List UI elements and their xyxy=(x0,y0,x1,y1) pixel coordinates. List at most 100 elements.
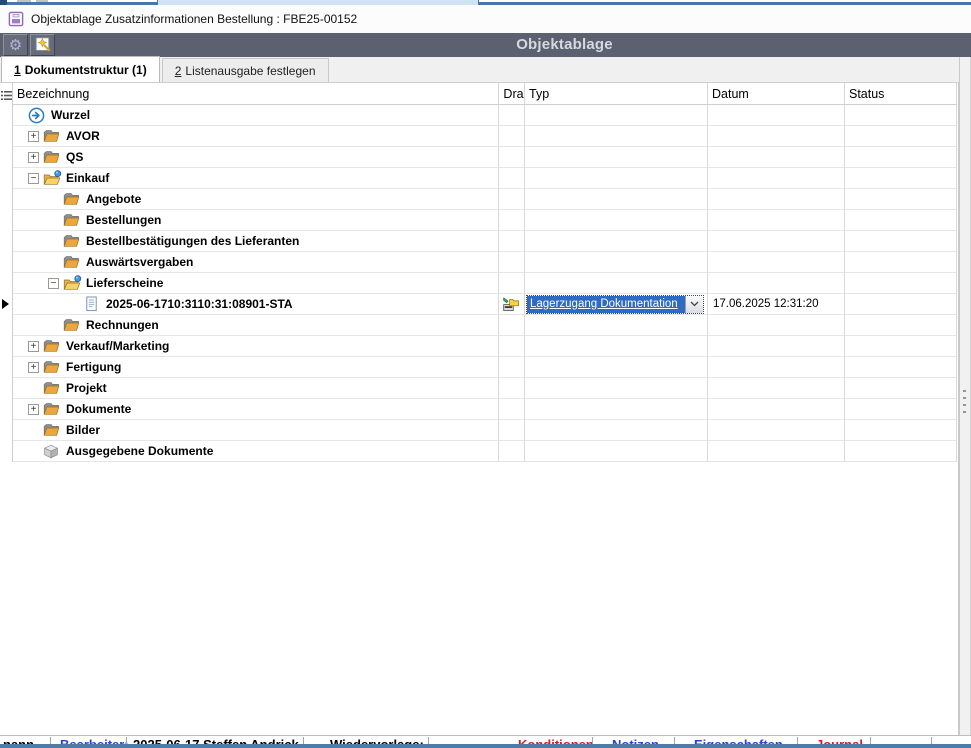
expand-icon[interactable]: + xyxy=(28,404,39,415)
collapse-icon[interactable]: − xyxy=(48,278,59,289)
cell-typ xyxy=(525,210,708,231)
cell-datum xyxy=(708,273,845,294)
dialog-title: Objektablage Zusatzinformationen Bestell… xyxy=(31,12,357,26)
cell-dra xyxy=(499,294,525,315)
tree-item-label[interactable]: Ausgegebene Dokumente xyxy=(66,444,213,458)
cell-status xyxy=(845,336,957,357)
tree-row[interactable]: + QS xyxy=(13,147,957,168)
tree-item-label[interactable]: QS xyxy=(66,150,83,164)
folder-icon xyxy=(43,401,62,417)
expand-icon[interactable]: + xyxy=(28,362,39,373)
wizard-button[interactable] xyxy=(30,34,55,56)
cell-typ xyxy=(525,357,708,378)
typ-combobox[interactable]: Lagerzugang Dokumentation xyxy=(526,295,704,314)
tree-item-label[interactable]: Verkauf/Marketing xyxy=(66,339,169,353)
cell-dra xyxy=(499,252,525,273)
tree-row[interactable]: Rechnungen xyxy=(13,315,957,336)
tree-row[interactable]: − Einkauf xyxy=(13,168,957,189)
tree-row[interactable]: Ausgegebene Dokumente xyxy=(13,441,957,462)
typ-combobox-dropdown-button[interactable] xyxy=(685,296,703,313)
column-header-typ[interactable]: Typ xyxy=(525,83,708,105)
cell-status xyxy=(845,105,957,126)
tab-label: Listenausgabe festlegen xyxy=(185,64,315,78)
tree-row[interactable]: Bilder xyxy=(13,420,957,441)
tree-row[interactable]: + Verkauf/Marketing xyxy=(13,336,957,357)
tree-item-label[interactable]: Lieferscheine xyxy=(86,276,163,290)
cell-status xyxy=(845,420,957,441)
background-right-gutter xyxy=(959,57,971,735)
cell-dra xyxy=(499,105,525,126)
drag-icon[interactable] xyxy=(503,297,520,312)
cell-status xyxy=(845,147,957,168)
cell-bezeichnung: − Einkauf xyxy=(13,168,499,189)
tree-grid-body: Wurzel + AVOR + QS − Einkauf Angebote Bestellung… xyxy=(13,105,957,462)
tree-row[interactable]: + Dokumente xyxy=(13,399,957,420)
tree-row[interactable]: Projekt xyxy=(13,378,957,399)
column-header-status[interactable]: Status xyxy=(845,83,957,105)
tree-row[interactable]: 2025-06-1710:3110:31:08901-STA Lagerzugan… xyxy=(13,294,957,315)
folder-icon xyxy=(43,149,62,165)
tree-item-label[interactable]: Bestellbestätigungen des Lieferanten xyxy=(86,234,299,248)
tree-item-label[interactable]: Projekt xyxy=(66,381,107,395)
tree-item-label[interactable]: 2025-06-1710:3110:31:08901-STA xyxy=(106,297,293,311)
tree-item-label[interactable]: Auswärtsvergaben xyxy=(86,255,193,269)
row-list-icon[interactable] xyxy=(1,88,12,106)
cell-dra xyxy=(499,315,525,336)
tab-strip: 1 Dokumentstruktur (1) 2 Listenausgabe f… xyxy=(0,57,971,83)
cell-dra xyxy=(499,147,525,168)
dialog-titlebar: Objektablage Zusatzinformationen Bestell… xyxy=(0,5,971,33)
panel-header-bar: Objektablage ⚙ xyxy=(0,33,971,57)
folder-icon xyxy=(63,254,82,270)
cell-datum xyxy=(708,399,845,420)
cell-bezeichnung: Bestellungen xyxy=(13,210,499,231)
column-header-dra[interactable]: Dra xyxy=(499,83,525,105)
tab-dokumentstruktur[interactable]: 1 Dokumentstruktur (1) xyxy=(1,56,160,82)
cell-dra xyxy=(499,336,525,357)
tree-item-label[interactable]: Wurzel xyxy=(51,108,90,122)
cell-typ xyxy=(525,126,708,147)
tree-item-label[interactable]: Fertigung xyxy=(66,360,121,374)
document-tree-grid: Bezeichnung Dra Typ Datum Status Wurzel +… xyxy=(0,83,959,735)
tree-item-label[interactable]: Einkauf xyxy=(66,171,109,185)
tree-row[interactable]: Bestellungen xyxy=(13,210,957,231)
expand-icon[interactable]: + xyxy=(28,152,39,163)
tree-row[interactable]: Bestellbestätigungen des Lieferanten xyxy=(13,231,957,252)
tree-row[interactable]: + AVOR xyxy=(13,126,957,147)
cell-status xyxy=(845,189,957,210)
cell-status xyxy=(845,252,957,273)
tab-accesskey: 2 xyxy=(175,64,182,78)
typ-combobox-value[interactable]: Lagerzugang Dokumentation xyxy=(527,296,685,313)
cell-datum xyxy=(708,420,845,441)
collapse-icon[interactable]: − xyxy=(28,173,39,184)
tree-item-label[interactable]: Angebote xyxy=(86,192,141,206)
column-header-bezeichnung[interactable]: Bezeichnung xyxy=(13,83,499,105)
cell-bezeichnung: 2025-06-1710:3110:31:08901-STA xyxy=(13,294,499,315)
background-separator xyxy=(50,737,51,744)
objektablage-dialog: Objektablage Zusatzinformationen Bestell… xyxy=(0,0,971,748)
expand-icon[interactable]: + xyxy=(28,131,39,142)
tree-row[interactable]: Wurzel xyxy=(13,105,957,126)
settings-button[interactable]: ⚙ xyxy=(3,34,28,56)
expand-icon[interactable]: + xyxy=(28,341,39,352)
cell-status xyxy=(845,441,957,462)
tree-item-label[interactable]: Dokumente xyxy=(66,402,131,416)
tree-row[interactable]: Angebote xyxy=(13,189,957,210)
tree-item-label[interactable]: Bilder xyxy=(66,423,100,437)
cell-status xyxy=(845,357,957,378)
cell-datum: 17.06.2025 12:31:20 xyxy=(708,294,845,315)
splitter-grip[interactable] xyxy=(963,385,967,417)
expander-placeholder xyxy=(48,320,63,331)
tree-row[interactable]: − Lieferscheine xyxy=(13,273,957,294)
grid-header-row: Bezeichnung Dra Typ Datum Status xyxy=(13,83,957,105)
tree-row[interactable]: Auswärtsvergaben xyxy=(13,252,957,273)
cell-typ xyxy=(525,168,708,189)
cell-typ: Lagerzugang Dokumentation xyxy=(525,294,708,315)
tree-item-label[interactable]: Bestellungen xyxy=(86,213,161,227)
tab-listenausgabe[interactable]: 2 Listenausgabe festlegen xyxy=(162,58,329,82)
tree-item-label[interactable]: Rechnungen xyxy=(86,318,159,332)
column-header-datum[interactable]: Datum xyxy=(708,83,845,105)
tree-row[interactable]: + Fertigung xyxy=(13,357,957,378)
cell-typ xyxy=(525,252,708,273)
tree-item-label[interactable]: AVOR xyxy=(66,129,100,143)
tab-accesskey: 1 xyxy=(14,63,21,77)
